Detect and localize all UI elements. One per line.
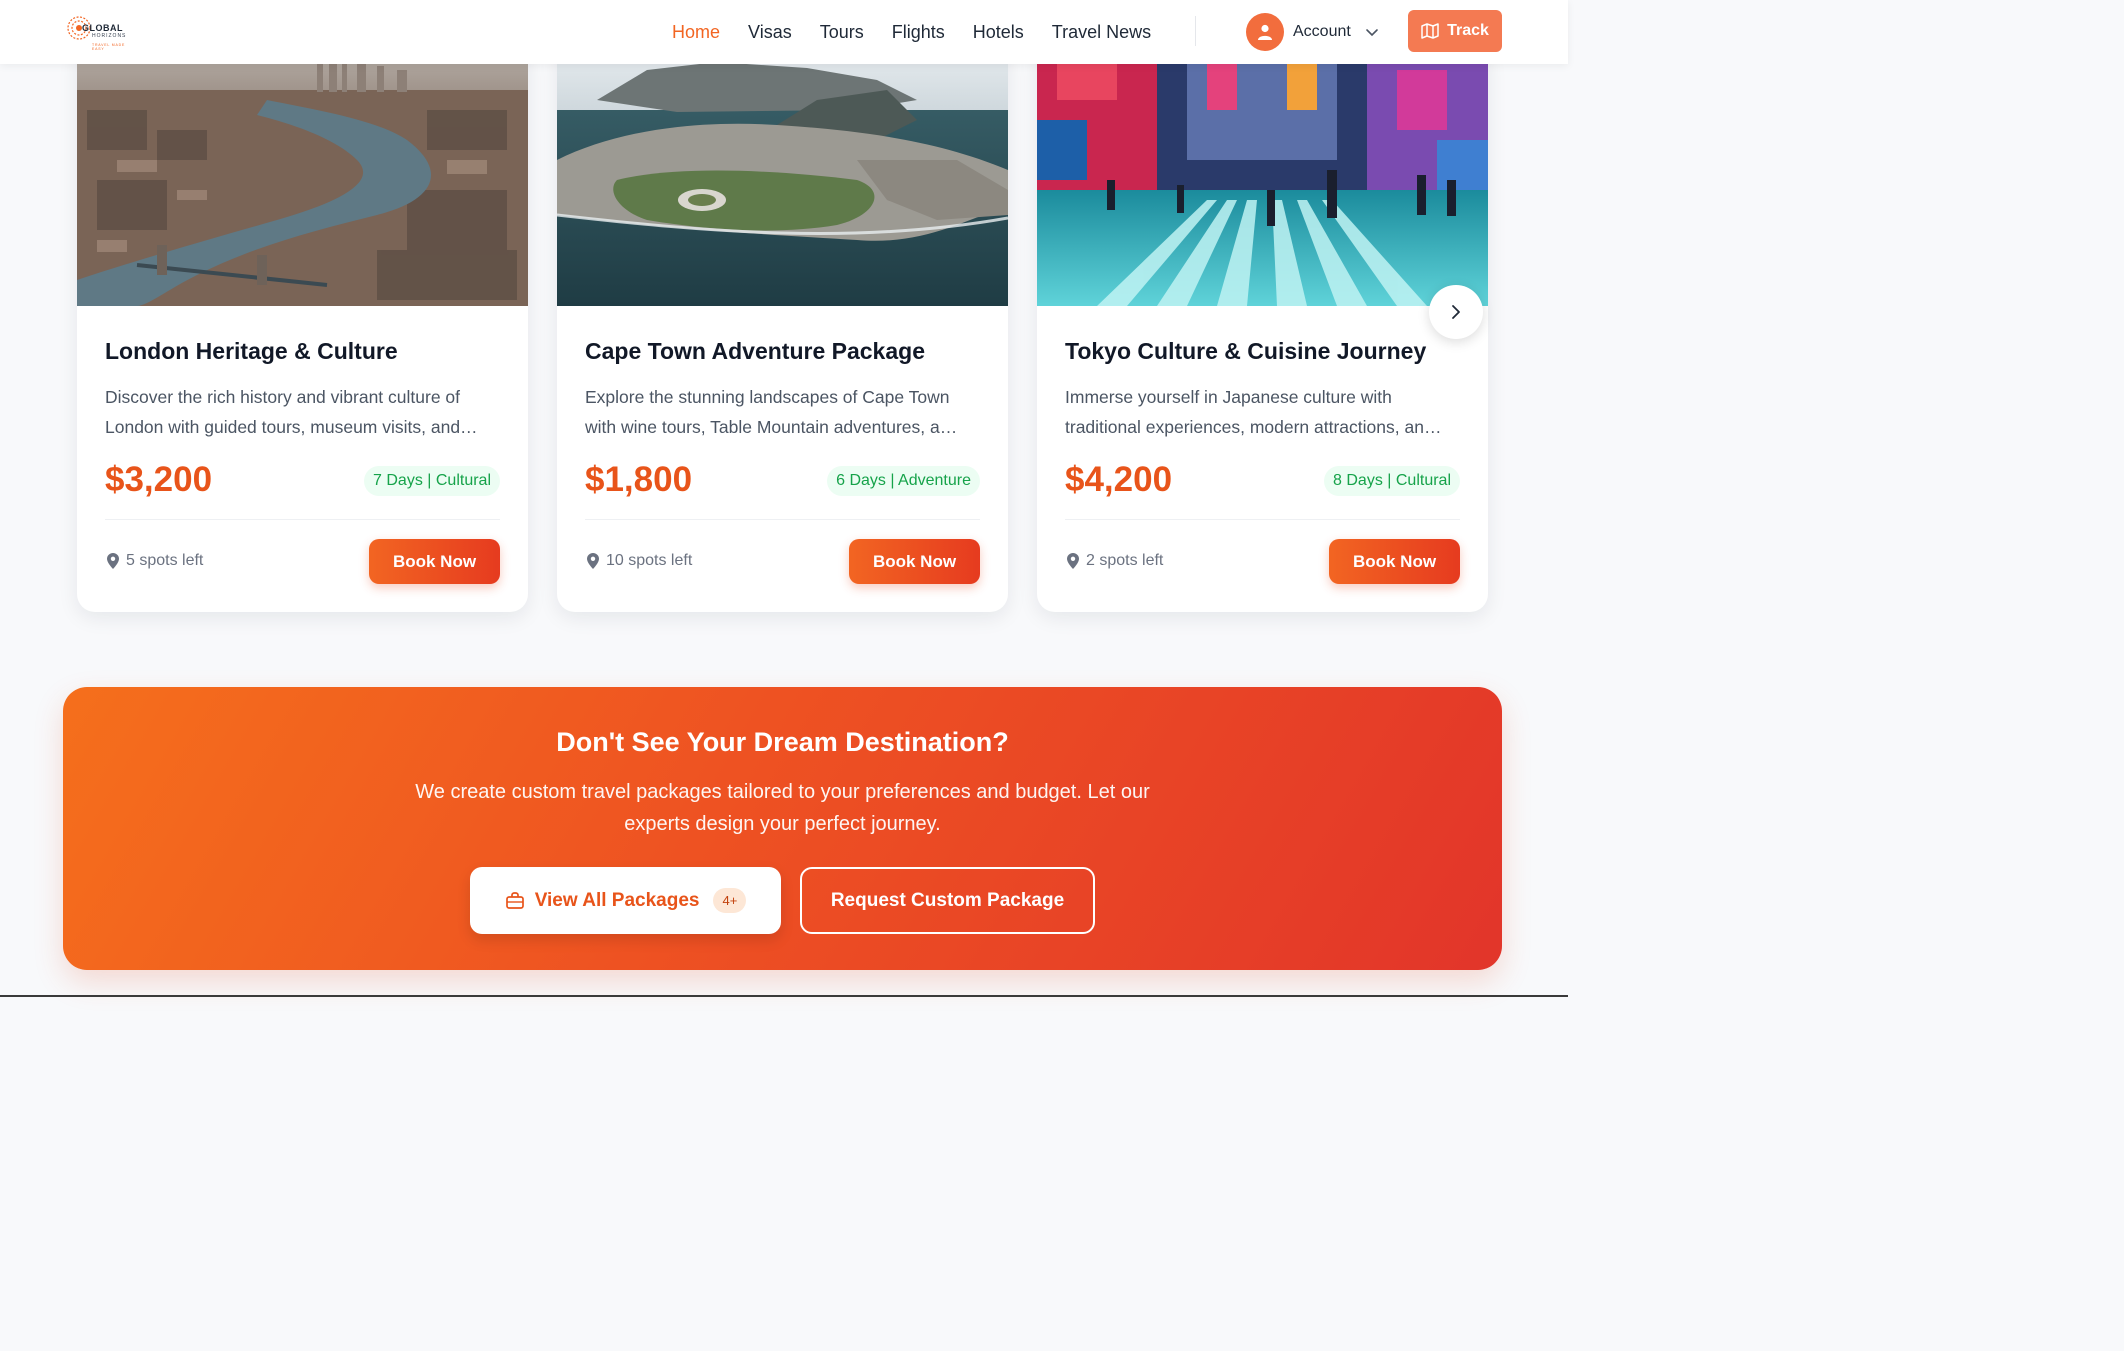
package-image-cape-town xyxy=(557,40,1008,306)
location-pin-icon xyxy=(587,553,599,569)
brand-logo[interactable]: GLOBAL HORIZONS TRAVEL MADE EASY xyxy=(66,13,136,51)
account-menu[interactable]: Account xyxy=(1246,13,1379,51)
nav-item-visas[interactable]: Visas xyxy=(748,20,792,44)
duration-badge: 6 Days | Adventure xyxy=(827,466,980,496)
tokyo-street-image xyxy=(1037,40,1488,306)
track-label: Track xyxy=(1447,22,1489,39)
package-card-london[interactable]: London Heritage & Culture Discover the r… xyxy=(77,40,528,612)
package-description: Immerse yourself in Japanese culture wit… xyxy=(1065,387,1442,437)
page-bottom-border xyxy=(0,995,1568,997)
top-navbar: GLOBAL HORIZONS TRAVEL MADE EASY Home Vi… xyxy=(0,0,1568,64)
nav-item-tours[interactable]: Tours xyxy=(820,20,864,44)
package-card-cape-town[interactable]: Cape Town Adventure Package Explore the … xyxy=(557,40,1008,612)
main-nav: Home Visas Tours Flights Hotels Travel N… xyxy=(672,20,1179,44)
card-divider xyxy=(1065,519,1460,520)
brand-name-line1: GLOBAL xyxy=(82,23,123,33)
chevron-down-icon xyxy=(1366,29,1378,37)
banner-subtitle: We create custom travel packages tailore… xyxy=(415,781,1150,835)
chevron-right-icon xyxy=(1452,305,1460,319)
duration-badge: 8 Days | Cultural xyxy=(1324,466,1460,496)
brand-name-line2: HORIZONS xyxy=(92,33,127,39)
package-price: $3,200 xyxy=(105,460,213,499)
package-title: Tokyo Culture & Cuisine Journey xyxy=(1065,338,1427,364)
brand-tagline: TRAVEL MADE EASY xyxy=(92,43,126,51)
nav-item-travel-news[interactable]: Travel News xyxy=(1052,20,1151,44)
banner-title: Don't See Your Dream Destination? xyxy=(556,727,1009,757)
view-all-packages-label: View All Packages xyxy=(534,889,700,911)
card-divider xyxy=(105,519,500,520)
spots-left-text: 5 spots left xyxy=(126,552,204,569)
duration-badge: 7 Days | Cultural xyxy=(364,466,500,496)
package-image-tokyo xyxy=(1037,40,1488,306)
request-custom-package-button[interactable]: Request Custom Package xyxy=(800,867,1095,934)
london-aerial-image xyxy=(77,40,528,306)
package-description: Explore the stunning landscapes of Cape … xyxy=(585,387,958,437)
user-avatar-icon xyxy=(1246,13,1284,51)
package-image-london xyxy=(77,40,528,306)
nav-item-home[interactable]: Home xyxy=(672,20,720,44)
spots-left-text: 10 spots left xyxy=(606,552,693,569)
package-description: Discover the rich history and vibrant cu… xyxy=(105,387,478,437)
nav-divider xyxy=(1195,16,1196,46)
package-card-tokyo[interactable]: Tokyo Culture & Cuisine Journey Immerse … xyxy=(1037,40,1488,612)
package-title: Cape Town Adventure Package xyxy=(585,338,925,364)
map-icon xyxy=(1421,23,1439,39)
view-all-packages-button[interactable]: View All Packages 4+ xyxy=(470,867,781,934)
package-price: $4,200 xyxy=(1065,460,1173,499)
spots-left: 2 spots left xyxy=(1067,552,1163,570)
book-now-button[interactable]: Book Now xyxy=(369,539,500,584)
nav-item-hotels[interactable]: Hotels xyxy=(973,20,1024,44)
nav-item-flights[interactable]: Flights xyxy=(892,20,945,44)
spots-left: 5 spots left xyxy=(107,552,203,570)
custom-package-banner: Don't See Your Dream Destination? We cre… xyxy=(63,687,1502,970)
packages-count-badge: 4+ xyxy=(713,888,747,913)
spots-left-text: 2 spots left xyxy=(1086,552,1164,569)
spots-left: 10 spots left xyxy=(587,552,692,570)
suitcase-icon xyxy=(505,891,524,909)
location-pin-icon xyxy=(1067,553,1079,569)
package-title: London Heritage & Culture xyxy=(105,338,398,364)
track-button[interactable]: Track xyxy=(1408,10,1502,52)
cape-town-aerial-image xyxy=(557,40,1008,306)
carousel-next-button[interactable] xyxy=(1429,285,1483,339)
book-now-button[interactable]: Book Now xyxy=(849,539,980,584)
account-label: Account xyxy=(1293,23,1351,40)
book-now-button[interactable]: Book Now xyxy=(1329,539,1460,584)
package-price: $1,800 xyxy=(585,460,693,499)
card-divider xyxy=(585,519,980,520)
location-pin-icon xyxy=(107,553,119,569)
